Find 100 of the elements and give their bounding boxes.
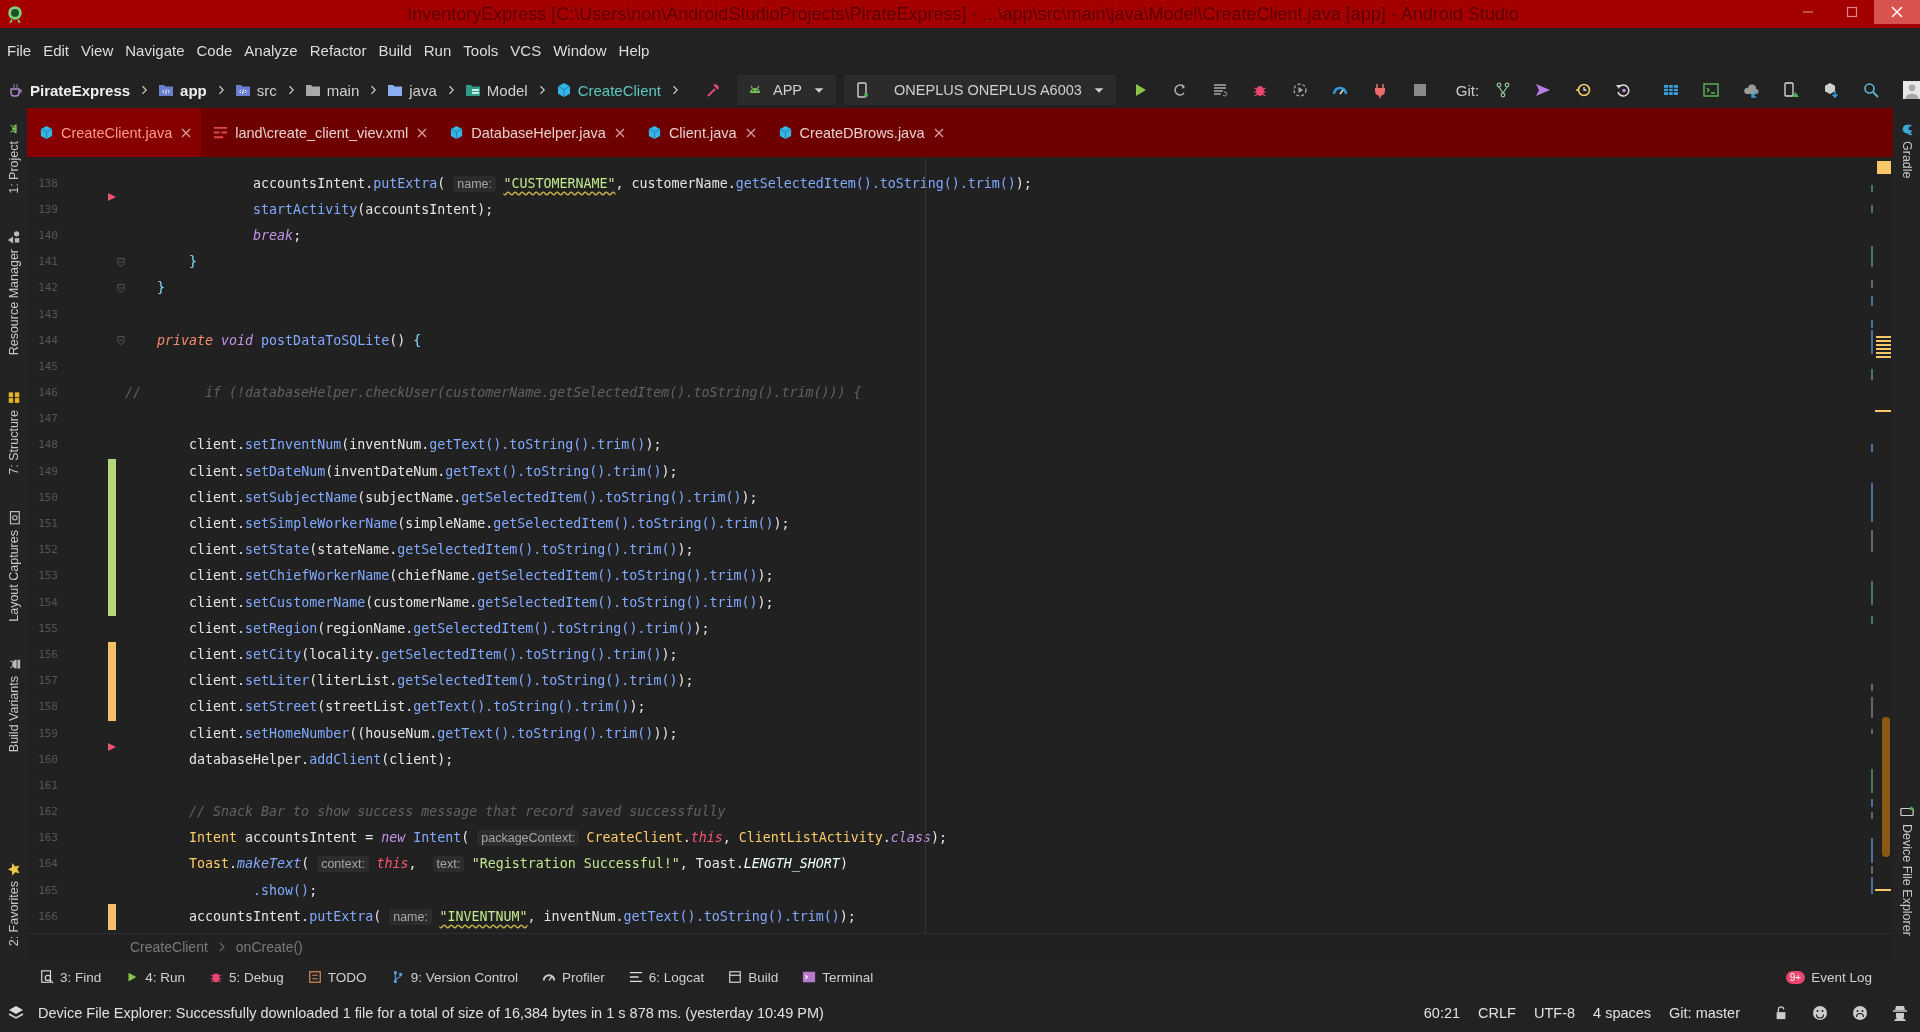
breadcrumb-item[interactable]: CreateClient <box>555 81 662 99</box>
breadcrumb-item[interactable]: app <box>158 81 207 99</box>
breadcrumb-item[interactable]: main <box>304 81 360 99</box>
send-icon[interactable] <box>1535 82 1552 98</box>
rerun-icon[interactable] <box>1171 82 1188 98</box>
tool-window-button[interactable]: Resource Manager <box>6 225 21 360</box>
menu-item[interactable]: VCS <box>510 41 542 59</box>
menu-item[interactable]: Analyze <box>244 41 298 59</box>
breadcrumb-item[interactable]: Model <box>464 81 528 99</box>
shapes-icon <box>6 229 21 244</box>
menu-item[interactable]: File <box>7 41 32 59</box>
tool-window-button[interactable]: Profiler <box>533 966 613 988</box>
tool-window-button[interactable]: Build Variants <box>6 653 21 757</box>
cloud-arrow-icon[interactable] <box>1743 82 1760 98</box>
tool-window-button[interactable]: 3: Find <box>32 966 110 988</box>
list-icon[interactable] <box>1211 82 1228 98</box>
editor-tab[interactable]: CreateDBrows.java <box>765 108 954 157</box>
build-icon <box>728 970 743 984</box>
tool-window-button[interactable]: TODO <box>299 966 375 988</box>
editor-tab[interactable]: DatabaseHelper.java <box>437 108 635 157</box>
tool-window-button[interactable]: 1: Project <box>6 118 21 198</box>
breadcrumb-item[interactable]: java <box>387 81 437 99</box>
close-icon[interactable] <box>933 127 944 138</box>
close-icon[interactable] <box>745 127 756 138</box>
line-separator[interactable]: CRLF <box>1476 1005 1518 1021</box>
device-dropdown[interactable]: ONEPLUS ONEPLUS A6003 <box>844 75 1116 105</box>
menu-item[interactable]: Code <box>196 41 233 59</box>
close-icon[interactable] <box>417 127 428 138</box>
editor-tab[interactable]: Client.java <box>634 108 766 157</box>
change-marker[interactable] <box>108 458 116 485</box>
git-branch[interactable]: Git: master <box>1667 1005 1742 1021</box>
change-marker[interactable] <box>108 589 116 616</box>
menu-item[interactable]: Build <box>378 41 412 59</box>
tool-window-button[interactable]: 6: Logcat <box>620 966 713 988</box>
menu-item[interactable]: Navigate <box>125 41 185 59</box>
deleted-line-marker[interactable] <box>108 742 116 751</box>
close-icon <box>1891 6 1903 18</box>
cursor-position[interactable]: 60:21 <box>1421 1005 1463 1021</box>
change-marker[interactable] <box>108 641 116 669</box>
tool-window-button[interactable]: Layout Captures <box>6 506 21 626</box>
code-line: break; <box>252 226 302 245</box>
breadcrumb-item[interactable]: PirateExpress <box>8 81 131 99</box>
search-icon[interactable] <box>1863 82 1880 98</box>
breadcrumb-item[interactable]: CreateClient <box>130 939 208 955</box>
menu-item[interactable]: Help <box>618 41 650 59</box>
tool-window-button[interactable]: Gradle <box>1899 118 1914 183</box>
code-line: .show(); <box>252 881 318 900</box>
tool-window-button[interactable]: 5: Debug <box>201 966 292 988</box>
tool-window-button[interactable]: Device File Explorer <box>1899 801 1914 940</box>
code-folder-icon <box>158 82 175 98</box>
hammer-icon[interactable] <box>705 82 722 98</box>
menu-item[interactable]: Refactor <box>309 41 367 59</box>
lines-icon <box>628 970 643 984</box>
undo-icon[interactable] <box>1615 82 1632 98</box>
code-line: client.setInventNum(inventNum.getText().toString().trim()); <box>188 436 662 455</box>
run-config-dropdown[interactable]: APP <box>737 75 837 105</box>
lock-icon[interactable] <box>1774 1006 1788 1020</box>
menu-item[interactable]: Edit <box>43 41 70 59</box>
indent-setting[interactable]: 4 spaces <box>1591 1005 1654 1021</box>
tool-window-button[interactable]: Build <box>720 966 787 988</box>
tool-window-button[interactable]: 7: Structure <box>6 387 21 479</box>
tool-window-button[interactable]: 2: Favorites <box>6 857 21 950</box>
breadcrumb-item[interactable]: src <box>234 81 277 99</box>
close-icon[interactable] <box>614 127 625 138</box>
editor-tab[interactable]: land\create_client_viev.xml <box>201 108 438 157</box>
breadcrumb-item[interactable]: onCreate() <box>235 939 303 955</box>
cube-arrow-icon[interactable] <box>1823 82 1840 98</box>
event-log-button[interactable]: 9+ Event Log <box>1777 966 1880 988</box>
notification-badge: 9+ <box>1785 970 1806 984</box>
tool-window-button[interactable]: 4: Run <box>117 966 194 988</box>
code-line: databaseHelper.addClient(client); <box>188 750 454 769</box>
deleted-line-marker[interactable] <box>108 192 116 201</box>
stop-icon[interactable] <box>1411 82 1428 98</box>
code-line: client.setHomeNumber((houseNum.getText().toString().trim())); <box>188 724 678 743</box>
menu-item[interactable]: Tools <box>463 41 499 59</box>
scrollbar-thumb[interactable] <box>1882 717 1890 857</box>
tool-window-button[interactable]: 9: Version Control <box>382 966 526 988</box>
smiley-icon[interactable] <box>1812 1005 1828 1021</box>
change-marker[interactable] <box>108 694 116 721</box>
close-icon[interactable] <box>181 127 192 138</box>
branch-icon[interactable] <box>1495 82 1512 98</box>
editor-tab[interactable]: CreateClient.java <box>27 108 202 157</box>
file-encoding[interactable]: UTF-8 <box>1531 1005 1578 1021</box>
phone-arrow-icon[interactable] <box>1783 82 1800 98</box>
cube-icon <box>646 125 662 140</box>
package-folder-icon <box>464 82 481 98</box>
clock-icon[interactable] <box>1575 82 1592 98</box>
change-marker[interactable] <box>108 903 116 931</box>
menu-item[interactable]: View <box>81 41 114 59</box>
menu-item[interactable]: Window <box>553 41 607 59</box>
grid-icon[interactable] <box>1663 82 1680 98</box>
attach-debugger-icon[interactable] <box>1291 82 1308 98</box>
menu-item[interactable]: Run <box>423 41 452 59</box>
terminal-icon[interactable] <box>1703 82 1720 98</box>
code-line: accountsIntent.putExtra( name: "CUSTOMERNAME", customerName.getSelectedItem().toString().trim()); <box>252 174 1032 194</box>
hat-person-icon[interactable] <box>1892 1005 1908 1021</box>
sad-face-icon[interactable] <box>1852 1005 1868 1021</box>
code-line: // if (!databaseHelper.checkUser(customerName.getSelectedItem().toString().trim())) { <box>125 384 862 403</box>
code-line: // Snack Bar to show success message that record saved successfully <box>188 803 726 822</box>
tool-window-button[interactable]: Terminal <box>794 966 882 988</box>
